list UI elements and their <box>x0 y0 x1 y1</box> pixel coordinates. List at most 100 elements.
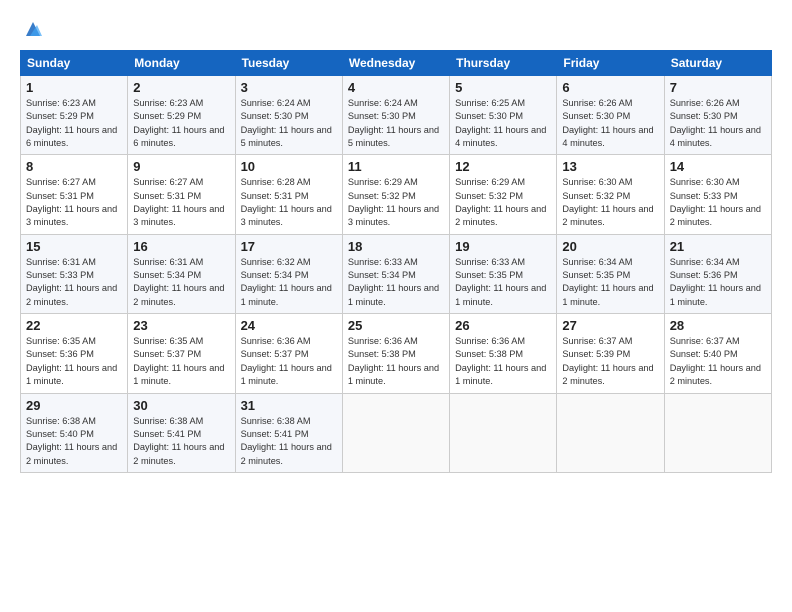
day-number: 2 <box>133 80 229 95</box>
weekday-header-thursday: Thursday <box>450 51 557 76</box>
day-number: 25 <box>348 318 444 333</box>
day-number: 1 <box>26 80 122 95</box>
calendar-cell: 16 Sunrise: 6:31 AMSunset: 5:34 PMDayligh… <box>128 234 235 313</box>
day-number: 29 <box>26 398 122 413</box>
day-info: Sunrise: 6:27 AMSunset: 5:31 PMDaylight:… <box>26 176 122 229</box>
day-number: 7 <box>670 80 766 95</box>
calendar-cell: 14 Sunrise: 6:30 AMSunset: 5:33 PMDayligh… <box>664 155 771 234</box>
day-number: 10 <box>241 159 337 174</box>
day-number: 27 <box>562 318 658 333</box>
calendar-cell: 20Sunrise: 6:34 AMSunset: 5:35 PMDayligh… <box>557 234 664 313</box>
day-number: 8 <box>26 159 122 174</box>
day-number: 19 <box>455 239 551 254</box>
calendar-cell: 4Sunrise: 6:24 AMSunset: 5:30 PMDaylight… <box>342 76 449 155</box>
day-number: 28 <box>670 318 766 333</box>
day-number: 22 <box>26 318 122 333</box>
day-info: Sunrise: 6:33 AMSunset: 5:35 PMDaylight:… <box>455 256 551 309</box>
calendar-cell: 31Sunrise: 6:38 AMSunset: 5:41 PMDayligh… <box>235 393 342 472</box>
week-row-5: 29 Sunrise: 6:38 AMSunset: 5:40 PMDayligh… <box>21 393 772 472</box>
day-info: Sunrise: 6:34 AMSunset: 5:36 PMDaylight:… <box>670 256 766 309</box>
calendar-cell: 24 Sunrise: 6:36 AMSunset: 5:37 PMDayligh… <box>235 314 342 393</box>
calendar-cell: 1 Sunrise: 6:23 AMSunset: 5:29 PMDaylight… <box>21 76 128 155</box>
day-number: 15 <box>26 239 122 254</box>
calendar-cell: 11 Sunrise: 6:29 AMSunset: 5:32 PMDayligh… <box>342 155 449 234</box>
calendar-cell: 29 Sunrise: 6:38 AMSunset: 5:40 PMDayligh… <box>21 393 128 472</box>
calendar-cell: 7 Sunrise: 6:26 AMSunset: 5:30 PMDaylight… <box>664 76 771 155</box>
day-info: Sunrise: 6:26 AMSunset: 5:30 PMDaylight:… <box>670 97 766 150</box>
day-number: 4 <box>348 80 444 95</box>
calendar-cell: 27 Sunrise: 6:37 AMSunset: 5:39 PMDayligh… <box>557 314 664 393</box>
day-number: 21 <box>670 239 766 254</box>
day-info: Sunrise: 6:25 AMSunset: 5:30 PMDaylight:… <box>455 97 551 150</box>
day-info: Sunrise: 6:38 AMSunset: 5:40 PMDaylight:… <box>26 415 122 468</box>
calendar-cell: 22Sunrise: 6:35 AMSunset: 5:36 PMDayligh… <box>21 314 128 393</box>
calendar-cell: 26Sunrise: 6:36 AMSunset: 5:38 PMDayligh… <box>450 314 557 393</box>
calendar-cell: 6 Sunrise: 6:26 AMSunset: 5:30 PMDaylight… <box>557 76 664 155</box>
day-info: Sunrise: 6:29 AMSunset: 5:32 PMDaylight:… <box>348 176 444 229</box>
week-row-4: 22Sunrise: 6:35 AMSunset: 5:36 PMDayligh… <box>21 314 772 393</box>
logo <box>20 18 44 40</box>
day-number: 30 <box>133 398 229 413</box>
weekday-header-monday: Monday <box>128 51 235 76</box>
day-info: Sunrise: 6:30 AMSunset: 5:32 PMDaylight:… <box>562 176 658 229</box>
calendar-cell: 12 Sunrise: 6:29 AMSunset: 5:32 PMDayligh… <box>450 155 557 234</box>
calendar-cell: 18 Sunrise: 6:33 AMSunset: 5:34 PMDayligh… <box>342 234 449 313</box>
day-info: Sunrise: 6:26 AMSunset: 5:30 PMDaylight:… <box>562 97 658 150</box>
calendar-cell <box>450 393 557 472</box>
day-number: 3 <box>241 80 337 95</box>
weekday-header-saturday: Saturday <box>664 51 771 76</box>
day-number: 16 <box>133 239 229 254</box>
calendar-cell: 3 Sunrise: 6:24 AMSunset: 5:30 PMDaylight… <box>235 76 342 155</box>
weekday-header-row: SundayMondayTuesdayWednesdayThursdayFrid… <box>21 51 772 76</box>
day-number: 31 <box>241 398 337 413</box>
day-info: Sunrise: 6:30 AMSunset: 5:33 PMDaylight:… <box>670 176 766 229</box>
week-row-3: 15 Sunrise: 6:31 AMSunset: 5:33 PMDayligh… <box>21 234 772 313</box>
calendar-cell: 9Sunrise: 6:27 AMSunset: 5:31 PMDaylight… <box>128 155 235 234</box>
calendar-cell: 23Sunrise: 6:35 AMSunset: 5:37 PMDayligh… <box>128 314 235 393</box>
day-number: 14 <box>670 159 766 174</box>
week-row-1: 1 Sunrise: 6:23 AMSunset: 5:29 PMDaylight… <box>21 76 772 155</box>
day-number: 5 <box>455 80 551 95</box>
page: SundayMondayTuesdayWednesdayThursdayFrid… <box>0 0 792 612</box>
day-info: Sunrise: 6:23 AMSunset: 5:29 PMDaylight:… <box>26 97 122 150</box>
day-number: 13 <box>562 159 658 174</box>
day-info: Sunrise: 6:31 AMSunset: 5:34 PMDaylight:… <box>133 256 229 309</box>
calendar-cell <box>664 393 771 472</box>
day-info: Sunrise: 6:31 AMSunset: 5:33 PMDaylight:… <box>26 256 122 309</box>
calendar-cell: 25 Sunrise: 6:36 AMSunset: 5:38 PMDayligh… <box>342 314 449 393</box>
day-number: 11 <box>348 159 444 174</box>
calendar-cell: 17 Sunrise: 6:32 AMSunset: 5:34 PMDayligh… <box>235 234 342 313</box>
calendar-cell: 30 Sunrise: 6:38 AMSunset: 5:41 PMDayligh… <box>128 393 235 472</box>
day-number: 18 <box>348 239 444 254</box>
header <box>20 18 772 40</box>
day-info: Sunrise: 6:36 AMSunset: 5:38 PMDaylight:… <box>348 335 444 388</box>
day-info: Sunrise: 6:27 AMSunset: 5:31 PMDaylight:… <box>133 176 229 229</box>
day-info: Sunrise: 6:23 AMSunset: 5:29 PMDaylight:… <box>133 97 229 150</box>
day-number: 6 <box>562 80 658 95</box>
day-info: Sunrise: 6:38 AMSunset: 5:41 PMDaylight:… <box>133 415 229 468</box>
week-row-2: 8 Sunrise: 6:27 AMSunset: 5:31 PMDaylight… <box>21 155 772 234</box>
day-info: Sunrise: 6:29 AMSunset: 5:32 PMDaylight:… <box>455 176 551 229</box>
day-info: Sunrise: 6:32 AMSunset: 5:34 PMDaylight:… <box>241 256 337 309</box>
day-number: 12 <box>455 159 551 174</box>
calendar-cell: 21 Sunrise: 6:34 AMSunset: 5:36 PMDayligh… <box>664 234 771 313</box>
calendar-table: SundayMondayTuesdayWednesdayThursdayFrid… <box>20 50 772 473</box>
calendar-cell: 28Sunrise: 6:37 AMSunset: 5:40 PMDayligh… <box>664 314 771 393</box>
day-info: Sunrise: 6:35 AMSunset: 5:37 PMDaylight:… <box>133 335 229 388</box>
day-info: Sunrise: 6:36 AMSunset: 5:37 PMDaylight:… <box>241 335 337 388</box>
day-number: 20 <box>562 239 658 254</box>
day-number: 24 <box>241 318 337 333</box>
day-info: Sunrise: 6:24 AMSunset: 5:30 PMDaylight:… <box>241 97 337 150</box>
calendar-cell: 15 Sunrise: 6:31 AMSunset: 5:33 PMDayligh… <box>21 234 128 313</box>
calendar-cell: 10 Sunrise: 6:28 AMSunset: 5:31 PMDayligh… <box>235 155 342 234</box>
calendar-cell <box>557 393 664 472</box>
day-info: Sunrise: 6:37 AMSunset: 5:39 PMDaylight:… <box>562 335 658 388</box>
calendar-cell: 8 Sunrise: 6:27 AMSunset: 5:31 PMDaylight… <box>21 155 128 234</box>
day-number: 26 <box>455 318 551 333</box>
weekday-header-tuesday: Tuesday <box>235 51 342 76</box>
day-info: Sunrise: 6:28 AMSunset: 5:31 PMDaylight:… <box>241 176 337 229</box>
day-info: Sunrise: 6:33 AMSunset: 5:34 PMDaylight:… <box>348 256 444 309</box>
day-number: 17 <box>241 239 337 254</box>
calendar-cell: 13 Sunrise: 6:30 AMSunset: 5:32 PMDayligh… <box>557 155 664 234</box>
logo-icon <box>22 18 44 40</box>
